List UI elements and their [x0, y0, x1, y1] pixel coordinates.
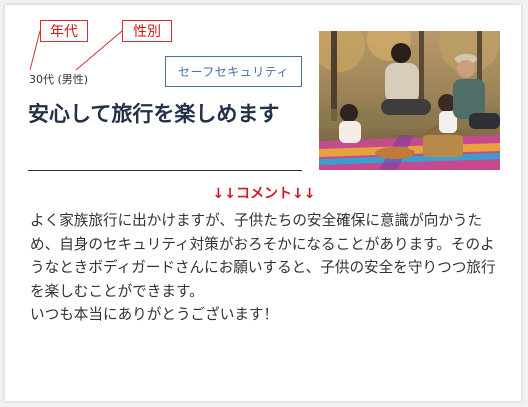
- family-picnic-photo: [319, 31, 500, 170]
- comment-heading: ↓↓コメント↓↓: [212, 186, 316, 202]
- gender-callout: 性別: [122, 20, 172, 42]
- age-callout: 年代: [40, 20, 88, 42]
- age-gender-label: 30代 (男性): [29, 73, 89, 86]
- testimonial-title: 安心して旅行を楽しめます: [28, 102, 280, 126]
- comment-body: よく家族旅行に出かけますが、子供たちの安全確保に意識が向かうため、自身のセキュリ…: [30, 212, 496, 323]
- title-divider: [28, 170, 302, 171]
- category-tag: セーフセキュリティ: [165, 56, 302, 87]
- photo-illustration: [319, 31, 500, 170]
